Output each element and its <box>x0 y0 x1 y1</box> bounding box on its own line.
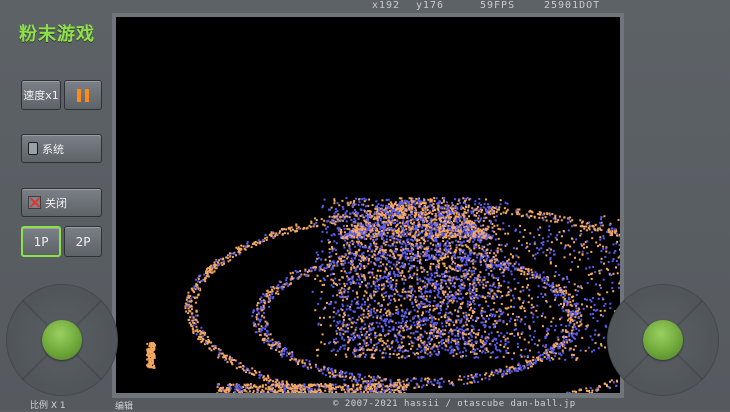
pause-button[interactable] <box>64 80 102 110</box>
cursor-y: y176 <box>416 0 444 11</box>
close-button[interactable]: 关闭 <box>21 188 102 217</box>
player1-button[interactable]: 1P <box>21 226 61 257</box>
app-title: 粉末游戏 <box>19 20 95 46</box>
dot-counter: 25901DOT <box>544 0 600 11</box>
speed-button[interactable]: 速度x1 <box>21 80 61 110</box>
left-joystick[interactable] <box>6 284 118 396</box>
right-joystick-knob[interactable] <box>643 320 683 360</box>
system-label: 系统 <box>42 141 64 157</box>
x-icon <box>28 196 41 209</box>
powder-layer <box>116 17 620 393</box>
system-button[interactable]: 系统 <box>21 134 102 163</box>
left-joystick-knob[interactable] <box>42 320 82 360</box>
cursor-x: x192 <box>372 0 400 11</box>
scale-label[interactable]: 比例 X 1 <box>30 398 66 411</box>
edit-label[interactable]: 编辑 <box>115 399 133 412</box>
fps-counter: 59FPS <box>480 0 515 11</box>
stats-bar: x192 y176 59FPS 25901DOT <box>372 0 624 13</box>
tablet-icon <box>28 142 38 155</box>
player2-button[interactable]: 2P <box>64 226 102 257</box>
copyright: © 2007-2021 hassii / otascube dan-ball.j… <box>333 399 576 409</box>
right-joystick[interactable] <box>607 284 719 396</box>
game-canvas[interactable] <box>116 17 620 393</box>
close-label: 关闭 <box>45 195 67 211</box>
pause-icon <box>77 89 89 102</box>
